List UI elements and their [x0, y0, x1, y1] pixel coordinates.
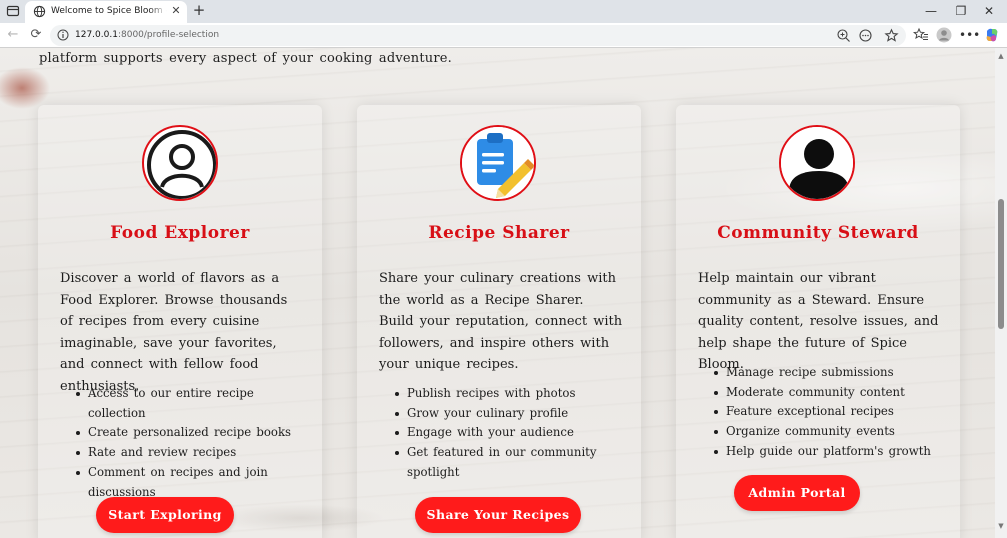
card-description: Help maintain our vibrant community as a… — [698, 271, 939, 373]
feature-item: Create personalized recipe books — [76, 423, 316, 443]
browser-tab-active[interactable]: Welcome to Spice Bloom - Your C ✕ — [25, 1, 187, 23]
more-menu-icon[interactable]: ••• — [959, 27, 980, 43]
url-path: :8000/profile-selection — [117, 30, 220, 40]
restore-button[interactable]: ❐ — [948, 2, 974, 20]
feature-item: Feature exceptional recipes — [714, 402, 954, 422]
card-title: Community Steward — [717, 223, 919, 243]
feature-item: Get featured in our community spotlight — [395, 443, 635, 482]
scroll-up-icon[interactable]: ▲ — [997, 52, 1005, 60]
address-bar[interactable]: 127.0.0.1:8000/profile-selection — [50, 25, 906, 46]
profile-card-food-explorer: Food Explorer Discover a world of flavor… — [38, 105, 322, 538]
card-title: Recipe Sharer — [428, 223, 570, 243]
feature-item: Grow your culinary profile — [395, 404, 635, 424]
clipboard-pencil-icon — [460, 125, 536, 201]
feature-list: Manage recipe submissions Moderate commu… — [714, 363, 954, 462]
feature-item: Organize community events — [714, 422, 954, 442]
back-button[interactable]: ← — [5, 27, 21, 43]
favorite-star-icon[interactable] — [884, 28, 899, 43]
reload-button[interactable]: ⟳ — [28, 27, 44, 43]
copilot-icon[interactable] — [984, 27, 1000, 43]
tab-actions-icon[interactable] — [6, 4, 20, 18]
feature-item: Access to our entire recipe collection — [76, 384, 316, 423]
feature-list: Publish recipes with photos Grow your cu… — [395, 384, 635, 483]
globe-icon — [33, 5, 46, 18]
browser-toolbar: ← ⟳ 127.0.0.1:8000/profile-selection ••• — [0, 23, 1007, 48]
intro-text: platform supports every aspect of your c… — [39, 51, 452, 66]
url-host: 127.0.0.1 — [75, 30, 118, 40]
card-description: Discover a world of flavors as a Food Ex… — [60, 271, 288, 394]
scrollbar-thumb[interactable] — [998, 199, 1004, 329]
feature-item: Rate and review recipes — [76, 443, 316, 463]
tab-title: Welcome to Spice Bloom - Your C — [51, 6, 167, 16]
admin-portal-button[interactable]: Admin Portal — [734, 475, 860, 511]
person-filled-icon — [779, 125, 855, 201]
window-close-button[interactable]: ✕ — [976, 2, 1002, 20]
person-outline-icon — [142, 125, 218, 201]
feature-item: Help guide our platform's growth — [714, 442, 954, 462]
card-title: Food Explorer — [110, 223, 250, 243]
feature-list: Access to our entire recipe collection C… — [76, 384, 316, 502]
tab-close-icon[interactable]: ✕ — [170, 4, 182, 18]
profile-avatar-icon[interactable] — [936, 27, 952, 43]
feature-item: Publish recipes with photos — [395, 384, 635, 404]
profile-card-recipe-sharer: Recipe Sharer Share your culinary creati… — [357, 105, 641, 538]
share-your-recipes-button[interactable]: Share Your Recipes — [415, 497, 581, 533]
scroll-down-icon[interactable]: ▼ — [997, 522, 1005, 530]
feature-item: Moderate community content — [714, 383, 954, 403]
feature-item: Manage recipe submissions — [714, 363, 954, 383]
reader-icon[interactable] — [858, 28, 873, 43]
site-info-icon[interactable] — [57, 29, 69, 41]
zoom-icon[interactable] — [836, 28, 851, 43]
new-tab-button[interactable]: + — [191, 2, 207, 18]
profile-card-community-steward: Community Steward Help maintain our vibr… — [676, 105, 960, 538]
start-exploring-button[interactable]: Start Exploring — [96, 497, 234, 533]
page-viewport: platform supports every aspect of your c… — [0, 48, 995, 538]
minimize-button[interactable]: — — [918, 2, 944, 20]
url-text[interactable]: 127.0.0.1:8000/profile-selection — [75, 30, 219, 40]
browser-tab-bar: Welcome to Spice Bloom - Your C ✕ + — ❐ … — [0, 0, 1007, 23]
feature-item: Engage with your audience — [395, 423, 635, 443]
page-scrollbar[interactable]: ▲ ▼ — [995, 48, 1007, 538]
favorites-icon[interactable] — [913, 27, 929, 43]
card-description: Share your culinary creations with the w… — [379, 271, 623, 373]
